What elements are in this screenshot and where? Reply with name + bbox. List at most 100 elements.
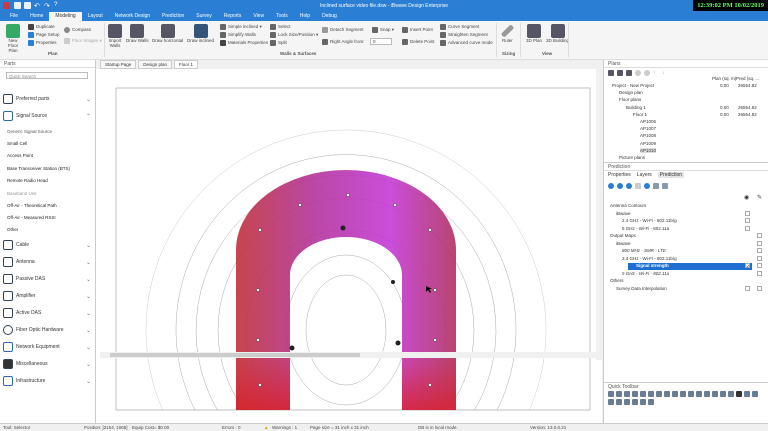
tab-help[interactable]: Help [294, 12, 316, 21]
tab-startup-page[interactable]: Startup Page [100, 60, 137, 69]
quick-toolbar-button-icon[interactable] [616, 391, 622, 397]
split-button[interactable]: Split [270, 40, 287, 46]
part-off-air-measured[interactable]: Off-Air - Measured RSSI [7, 215, 56, 220]
column-plan[interactable]: Plan (sq. m) [712, 76, 736, 81]
curve-segment-button[interactable]: Curve Segment [440, 24, 479, 30]
plans-tool-icon[interactable] [635, 70, 641, 76]
prediction-tree-item[interactable]: iBwave [616, 211, 631, 216]
quick-toolbar-button-icon[interactable] [752, 391, 758, 397]
plans-tree-item[interactable]: AP1007 [640, 126, 656, 131]
quick-toolbar-button-icon[interactable] [696, 391, 702, 397]
quick-toolbar-button-icon[interactable] [640, 399, 646, 405]
quick-toolbar-button-icon[interactable] [640, 391, 646, 397]
quick-toolbar-button-icon[interactable] [704, 391, 710, 397]
category-amplifier[interactable]: Amplifier ⌄ [3, 289, 91, 303]
settings-icon[interactable] [644, 183, 650, 189]
plans-tree-item[interactable]: Floor 1 [633, 112, 647, 117]
plans-tree-item[interactable]: Floor plans [619, 97, 641, 102]
compass-button[interactable]: Compass [64, 27, 91, 33]
tab-survey[interactable]: Survey [190, 12, 218, 21]
plans-tool-icon[interactable] [617, 70, 623, 76]
quick-toolbar-button-icon[interactable] [656, 391, 662, 397]
down-arrow-icon[interactable]: ↓ [662, 70, 668, 76]
tab-reports[interactable]: Reports [218, 12, 248, 21]
tab-network-design[interactable]: Network Design [109, 12, 156, 21]
category-miscellaneous[interactable]: Miscellaneous ⌄ [3, 357, 91, 371]
page-setup-button[interactable]: Page Setup [28, 32, 60, 38]
plans-tree-item[interactable]: AP1008 [640, 133, 656, 138]
category-cable[interactable]: Cable ⌄ [3, 238, 91, 252]
category-signal-source[interactable]: Signal Source ⌃ [3, 109, 91, 123]
quick-toolbar-button-icon[interactable] [744, 391, 750, 397]
list-icon[interactable] [653, 183, 659, 189]
edit-checkbox[interactable] [757, 240, 762, 246]
properties-button[interactable]: Properties [28, 40, 57, 46]
tab-layout[interactable]: Layout [82, 12, 109, 21]
prediction-tree-item[interactable]: Survey Data Interpolation [616, 286, 667, 291]
quick-toolbar-button-icon[interactable] [712, 391, 718, 397]
quick-toolbar-button-icon[interactable] [648, 391, 654, 397]
ruler-button[interactable]: Ruler [500, 24, 515, 43]
part-off-air-theoretical[interactable]: Off-Air - Theoretical Path [7, 203, 57, 208]
quick-toolbar-button-icon[interactable] [608, 391, 614, 397]
plans-tool-icon[interactable] [626, 70, 632, 76]
edit-checkbox[interactable] [757, 270, 762, 276]
tab-view[interactable]: View [247, 12, 270, 21]
add-icon[interactable] [608, 183, 614, 189]
tab-file[interactable]: File [4, 12, 24, 21]
visibility-checkbox[interactable] [745, 218, 750, 223]
edit-checkbox[interactable] [757, 233, 762, 238]
tool-icon[interactable] [635, 183, 641, 189]
part-access-point[interactable]: Access Point [7, 153, 33, 158]
quick-toolbar-button-icon[interactable] [664, 391, 670, 397]
visibility-checkbox[interactable] [745, 225, 750, 231]
3d-plan-button[interactable]: 3D Plan [526, 24, 542, 43]
tab-home[interactable]: Home [24, 12, 49, 21]
column-pred[interactable]: Pred (sq. ... [736, 76, 759, 81]
import-walls-button[interactable]: Import Walls [108, 24, 122, 48]
category-fiber-optic-hardware[interactable]: Fiber Optic Hardware ⌄ [3, 323, 91, 337]
delete-point-button[interactable]: Delete Point [402, 39, 435, 45]
category-network-equipment[interactable]: Network Equipment ⌄ [3, 340, 91, 354]
visibility-checkbox[interactable]: ✓ [745, 263, 750, 270]
quick-toolbar-button-icon[interactable] [680, 391, 686, 397]
part-remote-radio-head[interactable]: Remote Radio Head [7, 178, 48, 183]
quick-toolbar-button-icon[interactable] [728, 391, 734, 397]
tab-floor-1[interactable]: Floor 1 [174, 60, 199, 69]
plans-tree-item[interactable]: Project - New Project [612, 83, 654, 88]
plans-tree-item[interactable]: AP1006 [640, 119, 656, 124]
quick-toolbar-button-icon[interactable] [632, 391, 638, 397]
new-floor-plan-button[interactable]: New Floor Plan [4, 24, 22, 53]
tab-tools[interactable]: Tools [270, 12, 294, 21]
part-bts[interactable]: Base Transceiver Station (BTS) [7, 166, 70, 171]
prediction-tree-item[interactable]: 800 MHz - SMR - LTE [622, 248, 666, 253]
materials-properties-button[interactable]: Materials Properties [220, 40, 268, 46]
prediction-tree-item[interactable]: iBwave [616, 241, 631, 246]
tab-properties[interactable]: Properties [608, 172, 631, 178]
category-preferred-parts[interactable]: Preferred parts ⌄ [3, 92, 91, 106]
visibility-checkbox[interactable] [745, 210, 750, 216]
edit-checkbox[interactable] [757, 263, 762, 268]
horizontal-scrollbar[interactable] [100, 352, 600, 358]
vertical-scrollbar[interactable] [596, 68, 602, 360]
duplicate-button[interactable]: Duplicate [28, 24, 55, 30]
prediction-tree-item[interactable]: 2.4 GHz - Wi-Fi - 802.11b/g [622, 256, 677, 261]
simplify-walls-button[interactable]: Simplify Walls [220, 32, 256, 38]
draw-walls-button[interactable]: Draw Walls [126, 24, 149, 43]
floor-plan-drawing[interactable] [96, 69, 602, 412]
history-icon[interactable] [662, 183, 668, 189]
plans-tree-item[interactable]: Design plan [619, 90, 643, 95]
tab-layers[interactable]: Layers [637, 172, 652, 178]
up-arrow-icon[interactable]: ↑ [653, 70, 659, 76]
plans-tool-icon[interactable] [608, 70, 614, 76]
tab-debug[interactable]: Debug [316, 12, 343, 21]
advanced-curve-mode-button[interactable]: Advanced curve mode [440, 40, 493, 46]
quick-toolbar-button-icon[interactable] [648, 399, 654, 405]
quick-search-input[interactable]: Quick Search [6, 72, 88, 79]
tab-prediction-panel[interactable]: Prediction [657, 172, 685, 178]
quick-toolbar-button-icon[interactable] [608, 399, 614, 405]
status-warnings[interactable]: Warnings : 1 [272, 425, 297, 430]
quick-toolbar-button-icon[interactable] [736, 391, 742, 397]
prediction-tree-item[interactable]: Antenna Contours [610, 203, 646, 208]
straighten-segment-button[interactable]: Straighten Segment [440, 32, 488, 38]
